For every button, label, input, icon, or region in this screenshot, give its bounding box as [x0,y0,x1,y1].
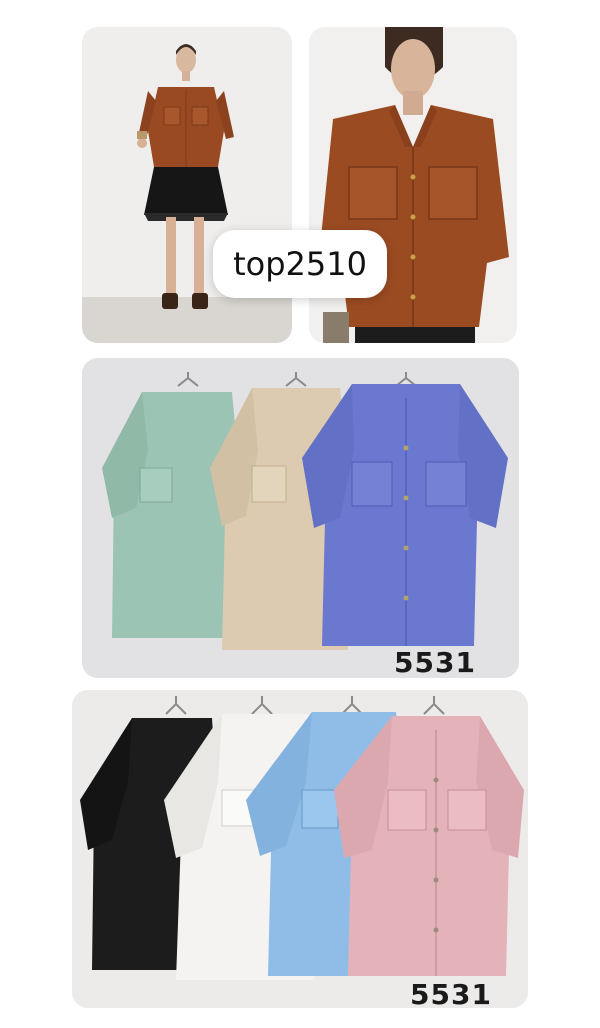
photo-shirts-row-2 [72,690,528,1008]
product-tag-label: top2510 [213,230,387,298]
shirts-row-2-illustration [72,690,528,1008]
style-code-row-1: 5531 [394,646,476,679]
style-code-row-2: 5531 [410,978,492,1011]
shirts-row-1-illustration [82,358,519,678]
photo-shirts-row-1 [82,358,519,678]
